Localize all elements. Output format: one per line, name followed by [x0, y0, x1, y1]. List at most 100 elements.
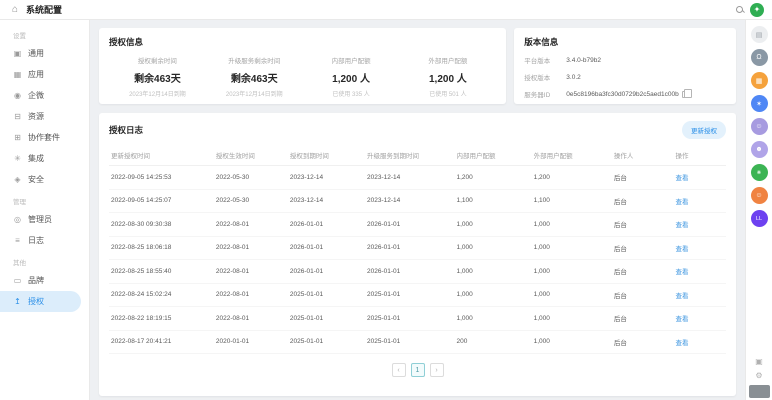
cell-operator: 后台 [612, 236, 674, 260]
sidebar-section-other: 其他 [0, 251, 89, 270]
license-log-card: 授权日志 更新授权 更新授权时间 授权生效时间 授权到期时间 升级服务到期时间 … [99, 113, 736, 396]
spark-icon[interactable]: ✶ [751, 95, 768, 112]
apps-grid-icon[interactable]: ▦ [751, 72, 768, 89]
dock-panel[interactable] [749, 385, 770, 398]
cell-expiry: 2026-01-01 [288, 260, 365, 284]
stat-label: 授权剩余时间 [109, 55, 206, 65]
sidebar-item-license[interactable]: ↥ 授权 [0, 291, 81, 312]
version-label: 平台版本 [524, 55, 566, 65]
stat-value: 1,200 人 [303, 70, 400, 85]
stat-value: 剩余463天 [206, 70, 303, 85]
sidebar-item-label: 日志 [28, 235, 44, 246]
org-icon[interactable]: ▤ [751, 26, 768, 43]
cell-effective: 2022-05-30 [214, 189, 288, 213]
settings-icon[interactable]: ⚙ [755, 371, 762, 380]
user-icon[interactable]: ☻ [751, 141, 768, 158]
view-link[interactable]: 查看 [676, 175, 689, 182]
sidebar-item-security[interactable]: ◈ 安全 [0, 169, 81, 190]
avatar[interactable]: ✦ [750, 3, 764, 17]
sidebar-item-logs[interactable]: ≡ 日志 [0, 230, 81, 251]
copy-icon[interactable] [682, 91, 688, 98]
table-row: 2022-08-17 20:41:21 2020-01-01 2025-01-0… [109, 330, 726, 354]
group-icon[interactable]: ☺ [751, 187, 768, 204]
table-row: 2022-09-05 14:25:53 2022-05-30 2023-12-1… [109, 166, 726, 190]
cell-external-quota: 1,000 [532, 236, 612, 260]
ll-app-icon[interactable]: LL [751, 210, 768, 227]
view-link[interactable]: 查看 [676, 269, 689, 276]
version-value: 3.4.0-b79b2 [566, 57, 601, 64]
prev-page-button[interactable]: ‹ [392, 363, 406, 377]
view-link[interactable]: 查看 [676, 246, 689, 253]
version-row-license: 授权版本 3.0.2 [524, 72, 726, 82]
table-row: 2022-08-30 09:30:38 2022-08-01 2026-01-0… [109, 213, 726, 237]
resources-icon: ⊟ [13, 112, 22, 121]
logs-icon: ≡ [13, 236, 22, 245]
server-id-value: 0e5c8196ba3fc30d0729b2c5aed1c00b [566, 91, 678, 98]
cell-external-quota: 1,000 [532, 260, 612, 284]
cell-update-time: 2022-08-30 09:30:38 [109, 213, 214, 237]
stat-label: 外部用户配额 [399, 55, 496, 65]
update-license-button[interactable]: 更新授权 [682, 121, 726, 139]
sidebar-item-resources[interactable]: ⊟ 资源 [0, 106, 81, 127]
sidebar-item-label: 应用 [28, 69, 44, 80]
stat-label: 升级服务剩余时间 [206, 55, 303, 65]
sidebar-item-suite[interactable]: ⊞ 协作套件 [0, 127, 81, 148]
cell-effective: 2022-08-01 [214, 260, 288, 284]
sidebar-item-label: 资源 [28, 111, 44, 122]
cell-update-time: 2022-09-05 14:25:53 [109, 166, 214, 190]
cell-upgrade-expiry: 2025-01-01 [365, 307, 454, 331]
col-operator: 操作人 [612, 145, 674, 166]
cell-expiry: 2025-01-01 [288, 330, 365, 354]
team-icon[interactable]: ☺ [751, 118, 768, 135]
sidebar-item-wecom[interactable]: ◉ 企微 [0, 85, 81, 106]
sidebar-item-label: 集成 [28, 153, 44, 164]
pagination: ‹ 1 › [109, 363, 726, 377]
cell-external-quota: 1,000 [532, 213, 612, 237]
version-row-platform: 平台版本 3.4.0-b79b2 [524, 55, 726, 65]
view-link[interactable]: 查看 [676, 340, 689, 347]
table-row: 2022-08-25 18:06:18 2022-08-01 2026-01-0… [109, 236, 726, 260]
license-info-card: 授权信息 授权剩余时间 剩余463天 2023年12月14日到期 升级服务剩余时… [99, 28, 506, 104]
cell-upgrade-expiry: 2023-12-14 [365, 189, 454, 213]
cell-update-time: 2022-08-25 18:06:18 [109, 236, 214, 260]
next-page-button[interactable]: › [430, 363, 444, 377]
view-link[interactable]: 查看 [676, 293, 689, 300]
stat-internal-quota: 内部用户配额 1,200 人 已使用 335 人 [303, 55, 400, 98]
cell-effective: 2022-08-01 [214, 236, 288, 260]
cell-expiry: 2026-01-01 [288, 236, 365, 260]
cell-operator: 后台 [612, 189, 674, 213]
search-icon[interactable] [736, 6, 744, 14]
sidebar-item-general[interactable]: ▣ 通用 [0, 43, 81, 64]
cell-expiry: 2026-01-01 [288, 213, 365, 237]
app-rail: ▤ Ω ▦ ✶ ☺ ☻ ❋ ☺ LL ▣ ⚙ [745, 20, 772, 400]
security-icon: ◈ [13, 175, 22, 184]
table-row: 2022-08-22 18:19:15 2022-08-01 2025-01-0… [109, 307, 726, 331]
contact-card-icon[interactable]: ▣ [755, 357, 763, 366]
integrations-icon: ✳ [13, 154, 22, 163]
table-header-row: 更新授权时间 授权生效时间 授权到期时间 升级服务到期时间 内部用户配额 外部用… [109, 145, 726, 166]
sidebar-item-apps[interactable]: ▦ 应用 [0, 64, 81, 85]
view-link[interactable]: 查看 [676, 316, 689, 323]
green-app-icon[interactable]: ❋ [751, 164, 768, 181]
stat-sub: 已使用 501 人 [399, 89, 496, 98]
sidebar-item-integrations[interactable]: ✳ 集成 [0, 148, 81, 169]
sidebar-item-admins[interactable]: ◎ 管理员 [0, 209, 81, 230]
col-expiry-time: 授权到期时间 [288, 145, 365, 166]
cell-expiry: 2023-12-14 [288, 189, 365, 213]
version-card-title: 版本信息 [524, 36, 726, 48]
version-value: 3.0.2 [566, 74, 580, 81]
view-link[interactable]: 查看 [676, 222, 689, 229]
cell-internal-quota: 1,000 [454, 236, 531, 260]
cell-internal-quota: 1,100 [454, 189, 531, 213]
stat-sub: 2023年12月14日到期 [109, 89, 206, 98]
version-label: 授权版本 [524, 72, 566, 82]
view-link[interactable]: 查看 [676, 199, 689, 206]
page-1-button[interactable]: 1 [411, 363, 425, 377]
col-effective-time: 授权生效时间 [214, 145, 288, 166]
bell-icon[interactable]: Ω [751, 49, 768, 66]
sidebar-item-brand[interactable]: ▭ 品牌 [0, 270, 81, 291]
apps-icon: ▦ [13, 70, 22, 79]
col-update-time: 更新授权时间 [109, 145, 214, 166]
home-icon[interactable]: ⌂ [12, 4, 18, 15]
cell-effective: 2022-08-01 [214, 213, 288, 237]
